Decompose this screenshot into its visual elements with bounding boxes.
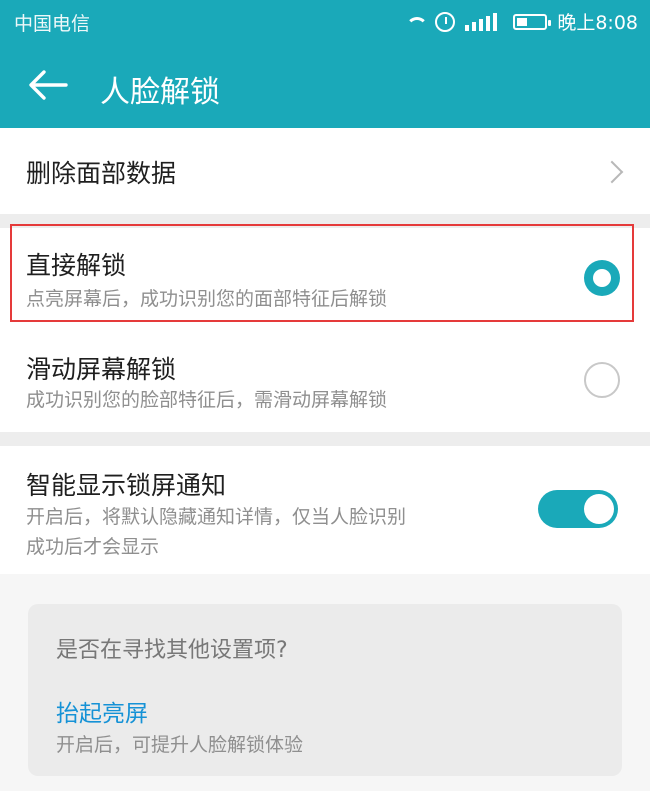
suggestion-card: 是否在寻找其他设置项? 抬起亮屏 开启后，可提升人脸解锁体验 — [28, 604, 622, 776]
swipe-unlock-subtitle: 成功识别您的脸部特征后，需滑动屏幕解锁 — [26, 389, 388, 411]
section-divider — [0, 432, 650, 446]
highlight-box — [10, 224, 634, 322]
page-title: 人脸解锁 — [100, 75, 220, 110]
swipe-unlock-radio[interactable] — [584, 362, 620, 398]
status-icons: 晚上8:08 — [403, 8, 638, 35]
smart-notification-subtitle-line2: 成功后才会显示 — [26, 536, 160, 558]
raise-to-wake-desc: 开启后，可提升人脸解锁体验 — [56, 734, 304, 756]
app-bar: 人脸解锁 — [0, 42, 650, 128]
raise-to-wake-link[interactable]: 抬起亮屏 — [56, 694, 148, 728]
status-bar: 中国电信 晚上8:08 — [0, 0, 650, 42]
smart-notification-toggle[interactable] — [538, 490, 618, 528]
delete-face-data-item[interactable]: 删除面部数据 — [0, 128, 650, 214]
smart-notification-subtitle-line1: 开启后，将默认隐藏通知详情，仅当人脸识别 — [26, 506, 407, 528]
chevron-right-icon — [600, 160, 624, 184]
wifi-icon — [403, 14, 429, 30]
signal-icon — [465, 12, 503, 31]
alarm-icon — [435, 11, 456, 32]
swipe-unlock-option[interactable]: 滑动屏幕解锁 成功识别您的脸部特征后，需滑动屏幕解锁 — [0, 334, 650, 432]
smart-notification-item[interactable]: 智能显示锁屏通知 开启后，将默认隐藏通知详情，仅当人脸识别 成功后才会显示 — [0, 446, 650, 574]
suggestion-question: 是否在寻找其他设置项? — [56, 638, 288, 663]
swipe-unlock-title: 滑动屏幕解锁 — [26, 355, 177, 384]
carrier-name: 中国电信 — [14, 13, 91, 35]
smart-notification-title: 智能显示锁屏通知 — [26, 471, 227, 500]
battery-icon — [513, 13, 552, 30]
back-arrow-icon[interactable] — [26, 68, 70, 102]
delete-face-data-label: 删除面部数据 — [26, 159, 177, 188]
clock: 晚上8:08 — [557, 12, 638, 34]
